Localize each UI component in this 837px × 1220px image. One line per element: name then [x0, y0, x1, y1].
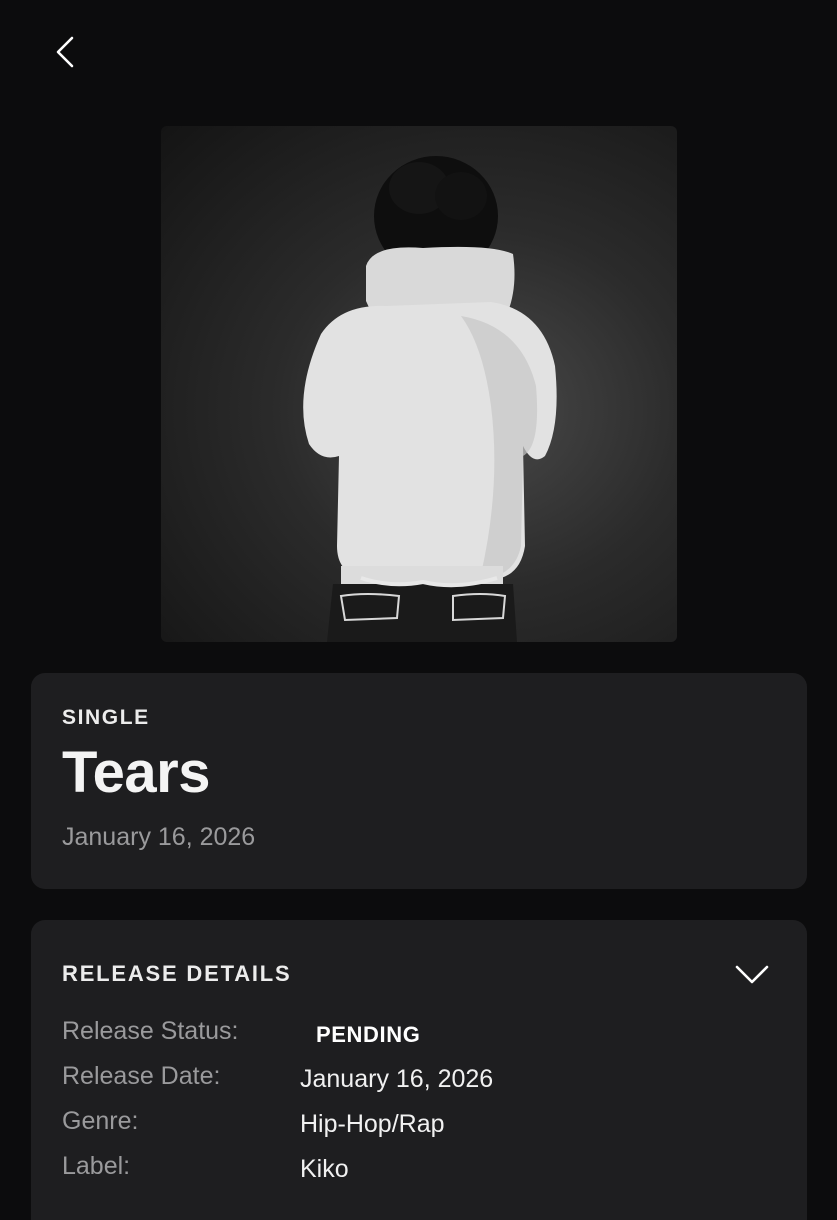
back-button[interactable] [44, 30, 88, 74]
label-label: Label: [62, 1152, 131, 1180]
release-date-label: Release Date: [62, 1062, 221, 1090]
release-date: January 16, 2026 [62, 823, 256, 851]
chevron-down-icon [735, 965, 769, 984]
genre-value: Hip-Hop/Rap [300, 1110, 445, 1138]
cover-art [161, 126, 677, 642]
release-title: Tears [62, 740, 210, 805]
release-status-label: Release Status: [62, 1017, 239, 1045]
release-details-heading: RELEASE DETAILS [62, 961, 292, 986]
release-status-value: PENDING [316, 1022, 421, 1047]
release-details-card: RELEASE DETAILS Release Status: PENDING … [31, 920, 807, 1220]
release-type-label: SINGLE [62, 706, 150, 729]
release-details-toggle[interactable] [731, 958, 773, 992]
genre-label: Genre: [62, 1107, 139, 1135]
label-value: Kiko [300, 1155, 349, 1183]
release-summary-card: SINGLE Tears January 16, 2026 [31, 673, 807, 889]
release-date-value: January 16, 2026 [300, 1065, 494, 1093]
chevron-left-icon [56, 36, 74, 68]
